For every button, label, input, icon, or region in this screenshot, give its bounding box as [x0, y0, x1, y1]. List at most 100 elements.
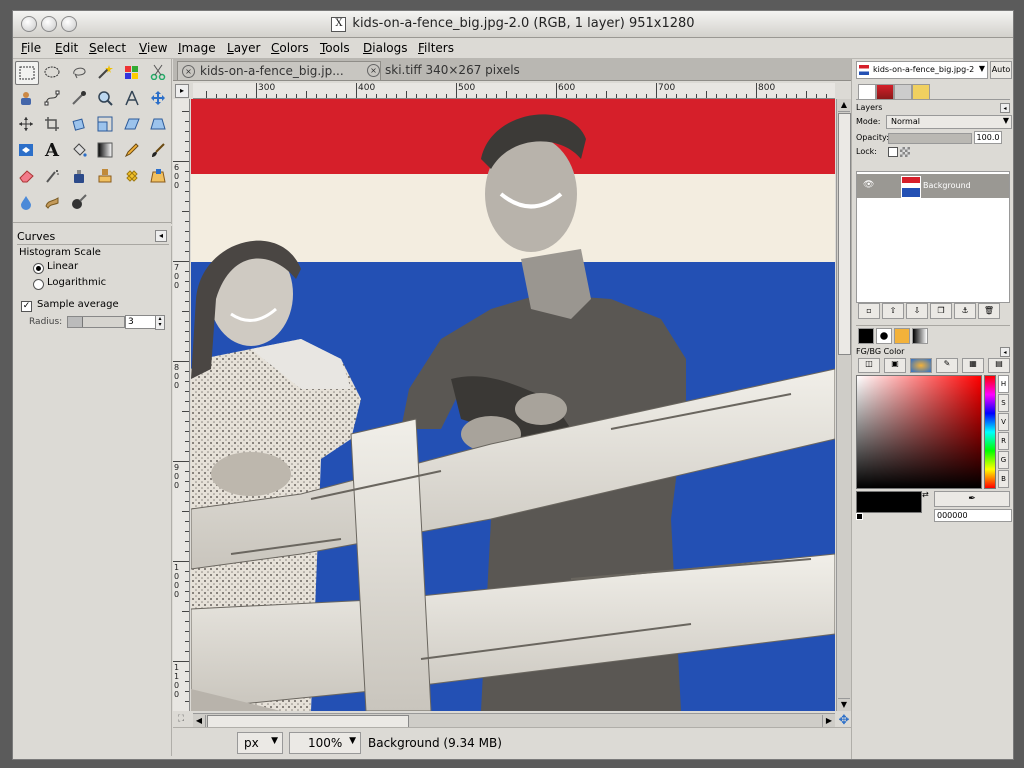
- color-picker-tool-icon[interactable]: [68, 87, 90, 109]
- wheel-selector-icon[interactable]: [910, 358, 932, 373]
- anchor-layer-icon[interactable]: ⚓: [954, 303, 976, 319]
- zoom-tool-icon[interactable]: [94, 87, 116, 109]
- swap-colors-icon[interactable]: ⇄: [922, 490, 929, 499]
- radius-input[interactable]: 3: [125, 315, 157, 329]
- text-tool-icon[interactable]: A: [41, 139, 63, 161]
- tab-paths-icon[interactable]: [894, 84, 912, 100]
- gimp-selector-icon[interactable]: ◫: [858, 358, 880, 373]
- palette-selector-icon[interactable]: ▤: [988, 358, 1010, 373]
- radius-slider[interactable]: [67, 316, 125, 328]
- measure-tool-icon[interactable]: [121, 87, 143, 109]
- pencil-tool-icon[interactable]: [121, 139, 143, 161]
- bucket-fill-tool-icon[interactable]: [68, 139, 90, 161]
- tab-fg-color-icon[interactable]: [858, 328, 874, 344]
- crop-tool-icon[interactable]: [41, 113, 63, 135]
- menu-view[interactable]: View: [139, 41, 167, 55]
- radius-spin-button[interactable]: ▴ ▾: [155, 315, 165, 330]
- heal-tool-icon[interactable]: [121, 165, 143, 187]
- tab-brushes-icon[interactable]: [876, 328, 892, 344]
- tab-layers-icon[interactable]: [876, 84, 894, 100]
- ink-tool-icon[interactable]: [68, 165, 90, 187]
- opacity-input[interactable]: 100.0: [974, 131, 1002, 144]
- channel-h-button[interactable]: H: [998, 375, 1009, 393]
- close-tab-icon[interactable]: ×: [367, 64, 380, 77]
- rect-select-tool-icon[interactable]: [15, 61, 39, 85]
- menu-filters[interactable]: Filters: [418, 41, 454, 55]
- image-select[interactable]: kids-on-a-fence_big.jpg-2 ▼: [856, 61, 988, 79]
- menu-colors[interactable]: Colors: [271, 41, 309, 55]
- tab-gradients-icon[interactable]: [912, 328, 928, 344]
- channel-g-button[interactable]: G: [998, 451, 1009, 469]
- move-tool-icon[interactable]: [147, 87, 169, 109]
- linear-radio[interactable]: [33, 263, 44, 274]
- hex-color-input[interactable]: 000000: [934, 509, 1012, 522]
- blur-tool-icon[interactable]: [15, 191, 37, 213]
- vertical-scrollbar[interactable]: ▲ ▼: [836, 99, 851, 711]
- watercolor-selector-icon[interactable]: ✎: [936, 358, 958, 373]
- tab-kids-on-a-fence[interactable]: × kids-on-a-fence_big.jp...: [177, 61, 381, 80]
- zoom-select[interactable]: 100% ▼: [289, 732, 361, 754]
- zoom-corner-icon[interactable]: ⛶: [175, 714, 187, 726]
- perspective-clone-tool-icon[interactable]: [147, 165, 169, 187]
- dodge-burn-tool-icon[interactable]: [68, 191, 90, 213]
- tab-undo-icon[interactable]: [912, 84, 930, 100]
- layer-row-background[interactable]: 👁 Background: [857, 174, 1009, 198]
- new-layer-icon[interactable]: ▫: [858, 303, 880, 319]
- foreground-select-tool-icon[interactable]: [15, 87, 37, 109]
- paths-tool-icon[interactable]: [41, 87, 63, 109]
- menu-tools[interactable]: Tools: [320, 41, 350, 55]
- panel-menu-icon[interactable]: ◂: [1000, 347, 1010, 357]
- unit-select[interactable]: px ▼: [237, 732, 283, 754]
- select-by-color-tool-icon[interactable]: [121, 61, 143, 83]
- scroll-right-icon[interactable]: ▶: [822, 715, 835, 727]
- flip-tool-icon[interactable]: [15, 139, 37, 161]
- menu-edit[interactable]: Edit: [55, 41, 78, 55]
- raise-layer-icon[interactable]: ⇧: [882, 303, 904, 319]
- duplicate-layer-icon[interactable]: ❐: [930, 303, 952, 319]
- airbrush-tool-icon[interactable]: [41, 165, 63, 187]
- menu-image[interactable]: Image: [178, 41, 216, 55]
- lower-layer-icon[interactable]: ⇩: [906, 303, 928, 319]
- clone-tool-icon[interactable]: [94, 165, 116, 187]
- lock-alpha-icon[interactable]: [900, 147, 910, 157]
- opacity-slider[interactable]: [888, 133, 972, 144]
- panel-menu-icon[interactable]: ◂: [1000, 103, 1010, 113]
- shear-tool-icon[interactable]: [121, 113, 143, 135]
- mode-select[interactable]: Normal ▼: [886, 115, 1012, 129]
- default-colors-icon[interactable]: [856, 513, 863, 520]
- hue-strip[interactable]: [984, 375, 996, 489]
- navigate-icon[interactable]: ✥: [837, 714, 851, 728]
- tab-channels-icon[interactable]: [858, 84, 876, 100]
- scroll-left-icon[interactable]: ◀: [193, 715, 206, 727]
- blend-tool-icon[interactable]: [94, 139, 116, 161]
- rotate-tool-icon[interactable]: [68, 113, 90, 135]
- lock-pixels-checkbox[interactable]: [888, 147, 898, 157]
- panel-menu-icon[interactable]: ◂: [155, 230, 167, 242]
- image-canvas[interactable]: [191, 99, 835, 711]
- color-picker-icon[interactable]: ✒: [934, 491, 1010, 507]
- channel-v-button[interactable]: V: [998, 413, 1009, 431]
- vertical-scroll-thumb[interactable]: [838, 113, 851, 355]
- fuzzy-select-tool-icon[interactable]: [94, 61, 116, 83]
- scissors-tool-icon[interactable]: [147, 61, 169, 83]
- menu-dialogs[interactable]: Dialogs: [363, 41, 407, 55]
- cmyk-selector-icon[interactable]: ▣: [884, 358, 906, 373]
- eraser-tool-icon[interactable]: [15, 165, 37, 187]
- menu-layer[interactable]: Layer: [227, 41, 260, 55]
- lasso-tool-icon[interactable]: [68, 61, 90, 83]
- auto-button[interactable]: Auto: [990, 61, 1012, 79]
- channel-r-button[interactable]: R: [998, 432, 1009, 450]
- foreground-color-swatch[interactable]: [856, 491, 922, 513]
- close-tab-icon[interactable]: ×: [182, 65, 195, 78]
- eye-icon[interactable]: 👁: [863, 180, 874, 190]
- channel-b-button[interactable]: B: [998, 470, 1009, 488]
- channel-s-button[interactable]: S: [998, 394, 1009, 412]
- tab-patterns-icon[interactable]: [894, 328, 910, 344]
- quick-mask-menu-icon[interactable]: ▸: [175, 84, 189, 98]
- menu-file[interactable]: File: [21, 41, 41, 55]
- perspective-tool-icon[interactable]: [147, 113, 169, 135]
- tab-ski-tiff[interactable]: × ski.tiff 340×267 pixels: [363, 61, 555, 79]
- scale-tool-icon[interactable]: [94, 113, 116, 135]
- scales-selector-icon[interactable]: ▦: [962, 358, 984, 373]
- horizontal-scrollbar[interactable]: ◀ ▶: [193, 713, 835, 728]
